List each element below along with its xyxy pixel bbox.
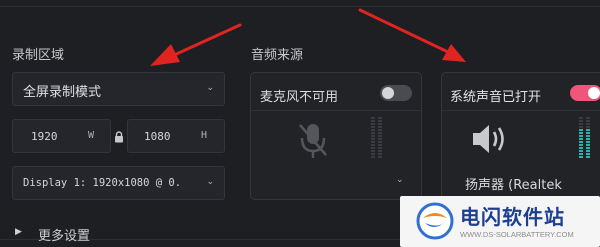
microphone-level-meter-left [371,117,375,159]
watermark-url: WWW.DS-SOLARBATTERY.COM [460,230,574,239]
annotation-arrow-left [150,23,242,66]
chevron-down-icon: ⌄ [206,177,214,187]
height-value: 1080 [144,130,171,143]
microphone-device-chevron-icon[interactable]: ⌄ [396,175,404,185]
annotation-arrow-right [358,8,466,62]
audio-source-title: 音频来源 [251,48,304,63]
height-unit: H [201,130,208,141]
microphone-muted-icon [296,121,330,161]
top-divider [0,6,600,7]
microphone-panel: 麦克风不可用 ⌄ [250,72,422,200]
system-audio-level-meter-left [579,117,583,159]
display-value: Display 1: 1920x1080 @ 0. [23,177,182,189]
recording-mode-select[interactable]: 全屏录制模式 ⌄ [12,72,225,106]
system-audio-device-value[interactable]: 扬声器 (Realtek [465,174,562,193]
microphone-label: 麦克风不可用 [260,90,339,105]
watermark-name: 电闪软件站 [460,205,565,229]
system-audio-label: 系统声音已打开 [450,90,542,105]
system-audio-toggle[interactable] [570,85,600,101]
system-audio-level-meter-right [586,117,590,159]
recording-area-title: 录制区域 [12,48,65,63]
height-input[interactable]: 1080 H [127,119,225,153]
speaker-icon [470,122,510,156]
system-audio-panel: 系统声音已打开 扬声器 (Realtek [441,72,600,200]
width-value: 1920 [31,130,58,143]
expand-arrow-icon: ▶ [15,227,22,237]
watermark: 电闪软件站 WWW.DS-SOLARBATTERY.COM [400,196,600,247]
recording-mode-value: 全屏录制模式 [23,85,102,100]
chevron-down-icon: ⌄ [206,83,214,93]
width-unit: W [88,130,95,141]
width-input[interactable]: 1920 W [12,119,111,153]
microphone-level-meter-right [378,117,382,159]
more-settings-toggle[interactable]: ▶ 更多设置 [12,225,112,244]
lock-aspect-icon[interactable] [114,128,124,143]
more-settings-label: 更多设置 [38,229,91,244]
watermark-logo [416,202,454,240]
display-select[interactable]: Display 1: 1920x1080 @ 0. ⌄ [12,166,225,200]
microphone-toggle[interactable] [380,85,412,101]
